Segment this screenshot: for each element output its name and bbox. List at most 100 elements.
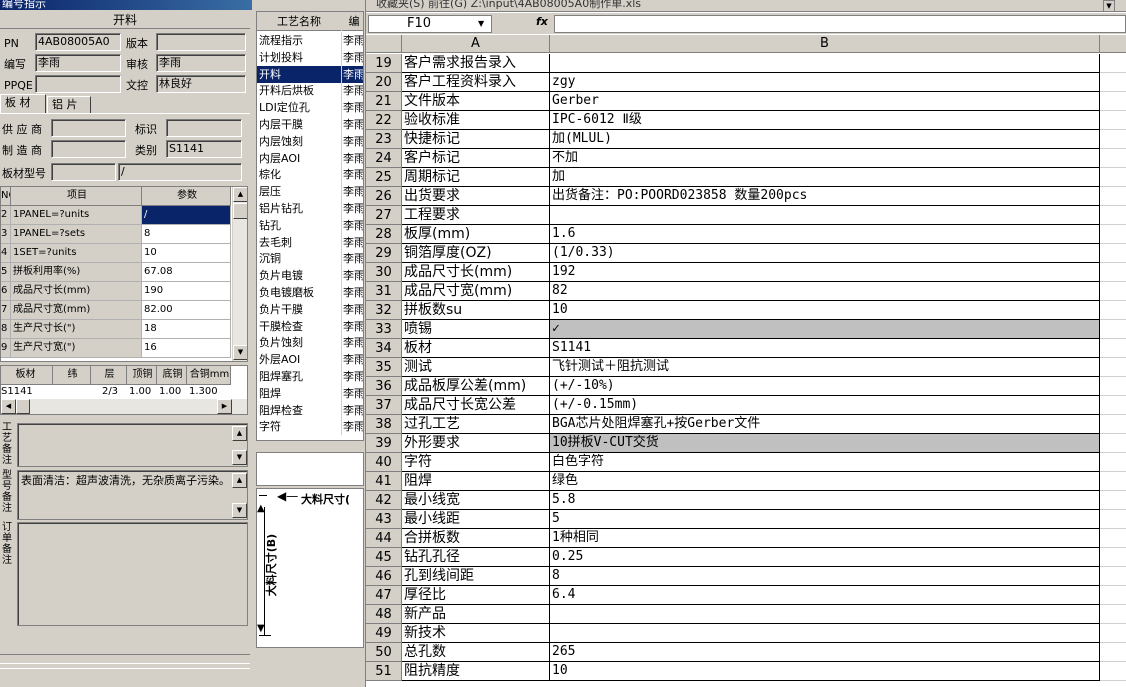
params-row-value[interactable]: / <box>142 206 231 225</box>
scroll-down-icon[interactable]: ▼ <box>233 345 247 360</box>
row-header[interactable]: 43 <box>366 510 402 529</box>
cell-c[interactable] <box>1100 149 1126 168</box>
cell-b[interactable]: 8 <box>550 567 1100 586</box>
cell-c[interactable] <box>1100 263 1126 282</box>
params-row-value[interactable]: 18 <box>142 320 231 339</box>
process-list-item[interactable]: 去毛刺 李雨 <box>257 233 363 251</box>
process-list-item[interactable]: 阻焊检查 李雨 <box>257 401 363 419</box>
cell-a[interactable]: 厚径比 <box>402 586 550 605</box>
column-header-a[interactable]: A <box>402 35 550 53</box>
row-header[interactable]: 27 <box>366 206 402 225</box>
reviewer-field[interactable]: 李雨 <box>156 54 246 72</box>
process-list-item[interactable]: 铝片钻孔 李雨 <box>257 200 363 217</box>
row-header[interactable]: 28 <box>366 225 402 244</box>
cell-c[interactable] <box>1100 168 1126 187</box>
cell-a[interactable]: 板材 <box>402 339 550 358</box>
process-list-item[interactable]: 负电镀磨板 李雨 <box>257 284 363 301</box>
params-row-item[interactable]: 成品尺寸宽(mm) <box>11 301 142 320</box>
cell-a[interactable]: 阻焊 <box>402 472 550 491</box>
cell-b[interactable]: S1141 <box>550 339 1100 358</box>
process-list-item[interactable]: 阻焊 李雨 <box>257 384 363 402</box>
cell-a[interactable]: 客户需求报告录入 <box>402 54 550 73</box>
cell-a[interactable]: 合拼板数 <box>402 529 550 548</box>
cell-c[interactable] <box>1100 377 1126 396</box>
process-list-item[interactable]: 计划投料 李雨 <box>257 48 363 66</box>
row-header[interactable]: 44 <box>366 529 402 548</box>
category-field[interactable]: S1141 <box>166 140 242 158</box>
cell-b[interactable]: Gerber <box>550 92 1100 111</box>
cell-b[interactable]: (+/-10%) <box>550 377 1100 396</box>
cell-b[interactable]: 1种相同 <box>550 529 1100 548</box>
tab-aluminum[interactable]: 铝 片 <box>47 96 91 113</box>
params-row-item[interactable]: 成品尺寸长(mm) <box>11 282 142 301</box>
cell-c[interactable] <box>1100 510 1126 529</box>
cell-a[interactable]: 成品尺寸宽(mm) <box>402 282 550 301</box>
params-row-value[interactable]: 67.08 <box>142 263 231 282</box>
cell-b[interactable]: 飞针测试＋阻抗测试 <box>550 358 1100 377</box>
process-list-item[interactable]: 开料 李雨 <box>257 65 363 83</box>
cell-b[interactable]: 绿色 <box>550 472 1100 491</box>
cell-a[interactable]: 测试 <box>402 358 550 377</box>
cell-c[interactable] <box>1100 130 1126 149</box>
process-list-item[interactable]: 开料后烘板 李雨 <box>257 82 363 100</box>
row-header[interactable]: 42 <box>366 491 402 510</box>
row-header[interactable]: 20 <box>366 73 402 92</box>
cell-a[interactable]: 成品尺寸长宽公差 <box>402 396 550 415</box>
row-header[interactable]: 25 <box>366 168 402 187</box>
scroll-left-icon[interactable]: ◀ <box>1 399 16 414</box>
cell-c[interactable] <box>1100 491 1126 510</box>
manufacturer-field[interactable] <box>51 140 126 158</box>
cell-a[interactable]: 字符 <box>402 453 550 472</box>
process-list-item[interactable]: LDI定位孔 李雨 <box>257 99 363 117</box>
cell-a[interactable]: 快捷标记 <box>402 130 550 149</box>
cell-b[interactable]: 0.25 <box>550 548 1100 567</box>
row-header[interactable]: 32 <box>366 301 402 320</box>
cell-a[interactable]: 最小线距 <box>402 510 550 529</box>
type-note-memo[interactable]: 表面清洁：超声波清洗，无杂质离子污染。 <box>17 470 248 520</box>
process-list-item[interactable]: 干膜检查 李雨 <box>257 317 363 335</box>
scroll-right-icon[interactable]: ▶ <box>217 399 232 414</box>
process-list-item[interactable]: 内层干膜 李雨 <box>257 116 363 133</box>
mark-field[interactable] <box>166 119 242 137</box>
params-row-item[interactable]: 1SET=?units <box>11 244 142 263</box>
cell-a[interactable]: 铜箔厚度(OZ) <box>402 244 550 263</box>
row-header[interactable]: 37 <box>366 396 402 415</box>
row-header[interactable]: 23 <box>366 130 402 149</box>
board-hscroll[interactable]: ◀ ▶ <box>1 399 247 414</box>
cell-b[interactable]: 192 <box>550 263 1100 282</box>
row-header[interactable]: 40 <box>366 453 402 472</box>
row-header[interactable]: 41 <box>366 472 402 491</box>
cell-a[interactable]: 客户标记 <box>402 149 550 168</box>
row-header[interactable]: 46 <box>366 567 402 586</box>
row-header[interactable]: 47 <box>366 586 402 605</box>
params-vscroll[interactable]: ▲ ▼ <box>232 187 247 361</box>
cell-c[interactable] <box>1100 567 1126 586</box>
cell-b[interactable]: 不加 <box>550 149 1100 168</box>
row-header[interactable]: 51 <box>366 662 402 681</box>
row-header[interactable]: 29 <box>366 244 402 263</box>
params-row-value[interactable]: 16 <box>142 339 231 358</box>
cell-b[interactable]: 10 <box>550 662 1100 681</box>
cell-c[interactable] <box>1100 662 1126 681</box>
board-model-field-2[interactable]: / <box>118 163 242 181</box>
cell-c[interactable] <box>1100 111 1126 130</box>
column-header-c[interactable] <box>1100 35 1126 53</box>
cell-b[interactable]: 82 <box>550 282 1100 301</box>
name-box-dropdown-icon[interactable]: ▼ <box>478 19 484 28</box>
process-list-item[interactable]: 负片蚀刻 李雨 <box>257 334 363 352</box>
scroll-thumb[interactable] <box>233 203 247 219</box>
cell-c[interactable] <box>1100 358 1126 377</box>
cell-c[interactable] <box>1100 453 1126 472</box>
scroll-up-icon[interactable]: ▲ <box>233 187 247 202</box>
process-list-item[interactable]: 流程指示 李雨 <box>257 32 363 49</box>
cell-a[interactable]: 成品板厚公差(mm) <box>402 377 550 396</box>
cell-c[interactable] <box>1100 187 1126 206</box>
row-header[interactable]: 38 <box>366 415 402 434</box>
cell-a[interactable]: 新技术 <box>402 624 550 643</box>
cell-a[interactable]: 拼板数su <box>402 301 550 320</box>
cell-b[interactable]: 6.4 <box>550 586 1100 605</box>
cell-b[interactable]: (1/0.33) <box>550 244 1100 263</box>
tab-board[interactable]: 板 材 <box>0 94 46 113</box>
cell-b[interactable]: 加 <box>550 168 1100 187</box>
fx-icon[interactable]: fx <box>536 15 548 28</box>
